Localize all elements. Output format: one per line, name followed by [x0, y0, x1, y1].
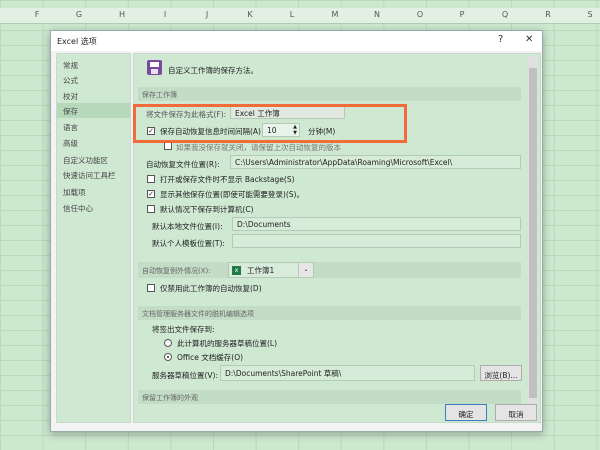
column-header[interactable]: L [282, 10, 302, 19]
disable-autorecover-label: 仅禁用此工作簿的自动恢复(D) [160, 284, 262, 293]
template-location-input[interactable] [232, 234, 521, 248]
save-to-computer-checkbox[interactable] [147, 205, 155, 213]
default-local-label: 默认本地文件位置(I): [152, 222, 223, 231]
autorecover-location-input[interactable]: C:\Users\Administrator\AppData\Roaming\M… [230, 155, 521, 169]
autorecover-location-label: 自动恢复文件位置(R): [146, 160, 220, 169]
sidebar-item-formulas[interactable]: 公式 [57, 72, 130, 87]
excel-workbook-icon: x [232, 266, 241, 275]
scrollbar[interactable] [528, 56, 538, 420]
dialog-title: Excel 选项 [57, 37, 97, 46]
column-header[interactable]: J [197, 10, 217, 19]
column-header[interactable]: G [69, 10, 89, 19]
chevron-down-icon[interactable]: ⌄ [298, 263, 313, 277]
close-button[interactable]: ✕ [525, 34, 533, 45]
sidebar-item-customize-ribbon[interactable]: 自定义功能区 [57, 152, 130, 167]
checkout-label: 将签出文件保存到: [152, 325, 215, 334]
backstage-checkbox[interactable] [147, 175, 155, 183]
dialog-titlebar: Excel 选项 ? ✕ [51, 31, 542, 51]
page-heading: 自定义工作簿的保存方法。 [168, 66, 258, 75]
sidebar-item-addins[interactable]: 加载项 [57, 184, 130, 199]
column-header[interactable]: I [155, 10, 175, 19]
backstage-label: 打开或保存文件时不显示 Backstage(S) [160, 175, 295, 184]
section-save-workbooks: 保存工作簿 [138, 87, 521, 101]
workbook-select[interactable]: x 工作簿1 ⌄ [228, 262, 314, 278]
show-other-locations-checkbox[interactable]: ✓ [147, 190, 155, 198]
excel-options-dialog: Excel 选项 ? ✕ 常规 公式 校对 保存 语言 高级 自定义功能区 快速… [50, 30, 543, 432]
sidebar-item-proofing[interactable]: 校对 [57, 88, 130, 103]
sidebar-item-save[interactable]: 保存 [57, 103, 130, 118]
column-header[interactable]: M [325, 10, 345, 19]
sidebar-item-general[interactable]: 常规 [57, 57, 130, 72]
sidebar-item-advanced[interactable]: 高级 [57, 135, 130, 150]
section-offline-editing: 文档管理服务器文件的脱机编辑选项 [138, 306, 521, 320]
default-local-input[interactable]: D:\Documents [232, 217, 521, 231]
cancel-button[interactable]: 取消 [495, 404, 537, 421]
column-header[interactable]: S [580, 10, 600, 19]
server-drafts-radio[interactable] [164, 339, 172, 347]
column-header[interactable]: Q [495, 10, 515, 19]
highlight-box [133, 104, 407, 143]
column-header[interactable]: R [538, 10, 558, 19]
column-header[interactable]: F [27, 10, 47, 19]
show-other-locations-label: 显示其他保存位置(即使可能需要登录)(S)。 [160, 190, 304, 199]
scrollbar-thumb[interactable] [529, 68, 537, 398]
save-to-computer-label: 默认情况下保存到计算机(C) [160, 205, 254, 214]
help-button[interactable]: ? [498, 34, 503, 45]
column-header[interactable]: K [240, 10, 260, 19]
options-sidebar: 常规 公式 校对 保存 语言 高级 自定义功能区 快速访问工具栏 加载项 信任中… [56, 53, 131, 423]
browse-button[interactable]: 浏览(B)... [480, 365, 522, 381]
column-header[interactable]: P [452, 10, 472, 19]
save-icon [147, 60, 162, 75]
section-preserve-appearance: 保留工作簿的外观 [138, 390, 521, 404]
sidebar-item-trust-center[interactable]: 信任中心 [57, 200, 130, 215]
keep-last-version-checkbox[interactable] [164, 142, 172, 150]
sidebar-item-quick-access[interactable]: 快速访问工具栏 [57, 167, 130, 182]
template-location-label: 默认个人模板位置(T): [152, 239, 225, 248]
section-autorecover-exceptions: 自动恢复例外情况(X): [138, 262, 521, 278]
sidebar-item-language[interactable]: 语言 [57, 119, 130, 134]
disable-autorecover-checkbox[interactable] [147, 284, 155, 292]
column-header-row: F G H I J K L M N O P Q R S [0, 8, 600, 24]
ok-button[interactable]: 确定 [445, 404, 487, 421]
drafts-location-input[interactable]: D:\Documents\SharePoint 草稿\ [220, 365, 475, 381]
column-header[interactable]: H [112, 10, 132, 19]
keep-last-version-label: 如果我没保存就关闭，请保留上次自动恢复的版本 [176, 143, 341, 152]
drafts-location-label: 服务器草稿位置(V): [152, 371, 219, 380]
office-cache-radio[interactable] [164, 353, 172, 361]
column-header[interactable]: O [410, 10, 430, 19]
office-cache-radio-label: Office 文档缓存(O) [177, 353, 244, 362]
server-drafts-radio-label: 此计算机的服务器草稿位置(L) [177, 339, 278, 348]
column-header[interactable]: N [367, 10, 387, 19]
